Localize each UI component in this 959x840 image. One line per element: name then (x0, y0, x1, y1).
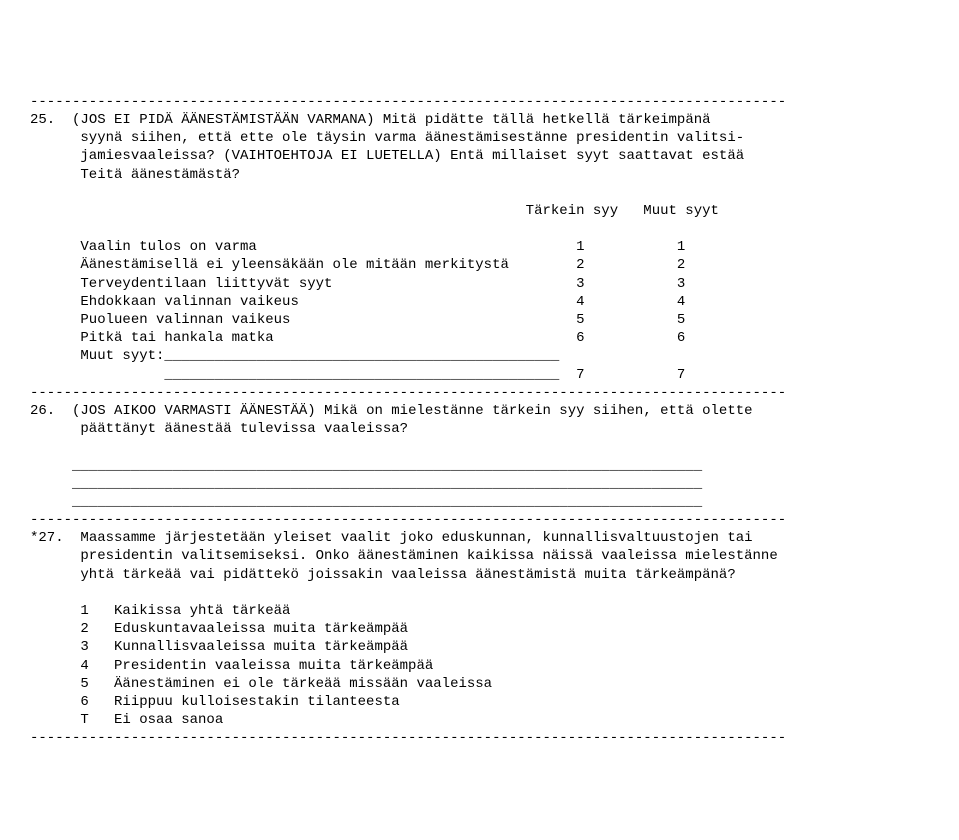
q27-option: 4 Presidentin vaaleissa muita tärkeämpää (30, 658, 433, 674)
q25-text-line2: syynä siihen, että ette ole täysin varma… (30, 130, 744, 146)
q26-text-line2: päättänyt äänestää tulevissa vaaleissa? (30, 421, 408, 437)
q25-option-row: Vaalin tulos on varma 1 1 (30, 239, 685, 255)
q27-option: 3 Kunnallisvaaleissa muita tärkeämpää (30, 639, 408, 655)
q25-column-header: Tärkein syy Muut syyt (30, 203, 719, 219)
q26-blank-line: ________________________________________… (30, 476, 702, 492)
q27-option: 1 Kaikissa yhtä tärkeää (30, 603, 290, 619)
separator: ----------------------------------------… (30, 512, 786, 528)
q25-option-row: Pitkä tai hankala matka 6 6 (30, 330, 685, 346)
q27-text-line3: yhtä tärkeää vai pidättekö joissakin vaa… (30, 567, 736, 583)
q25-text-line3: jamiesvaaleissa? (VAIHTOEHTOJA EI LUETEL… (30, 148, 744, 164)
q26-blank-line: ________________________________________… (30, 494, 702, 510)
q27-option: 6 Riippuu kulloisestakin tilanteesta (30, 694, 400, 710)
separator: ----------------------------------------… (30, 385, 786, 401)
q27-text-line2: presidentin valitsemiseksi. Onko äänestä… (30, 548, 778, 564)
q27-option: T Ei osaa sanoa (30, 712, 223, 728)
q25-option-row: Muut syyt:______________________________… (30, 348, 559, 364)
q25-option-row: Ehdokkaan valinnan vaikeus 4 4 (30, 294, 685, 310)
q27-text-line1: Maassamme järjestetään yleiset vaalit jo… (64, 530, 753, 546)
q25-option-row: Terveydentilaan liittyvät syyt 3 3 (30, 276, 685, 292)
q25-text-line1: (JOS EI PIDÄ ÄÄNESTÄMISTÄÄN VARMANA) Mit… (55, 112, 710, 128)
q25-option-row: Puolueen valinnan vaikeus 5 5 (30, 312, 685, 328)
q26-text-line1: (JOS AIKOO VARMASTI ÄÄNESTÄÄ) Mikä on mi… (55, 403, 752, 419)
survey-document: ----------------------------------------… (30, 75, 930, 748)
q27-option: 2 Eduskuntavaaleissa muita tärkeämpää (30, 621, 408, 637)
separator: ----------------------------------------… (30, 730, 786, 746)
q26-number: 26. (30, 403, 55, 419)
separator: ----------------------------------------… (30, 94, 786, 110)
q25-text-line4: Teitä äänestämästä? (30, 167, 240, 183)
q26-blank-line: ________________________________________… (30, 458, 702, 474)
q27-number: *27. (30, 530, 64, 546)
q25-number: 25. (30, 112, 55, 128)
q25-option-row: ________________________________________… (30, 367, 685, 383)
q27-option: 5 Äänestäminen ei ole tärkeää missään va… (30, 676, 492, 692)
q25-option-row: Äänestämisellä ei yleensäkään ole mitään… (30, 257, 685, 273)
